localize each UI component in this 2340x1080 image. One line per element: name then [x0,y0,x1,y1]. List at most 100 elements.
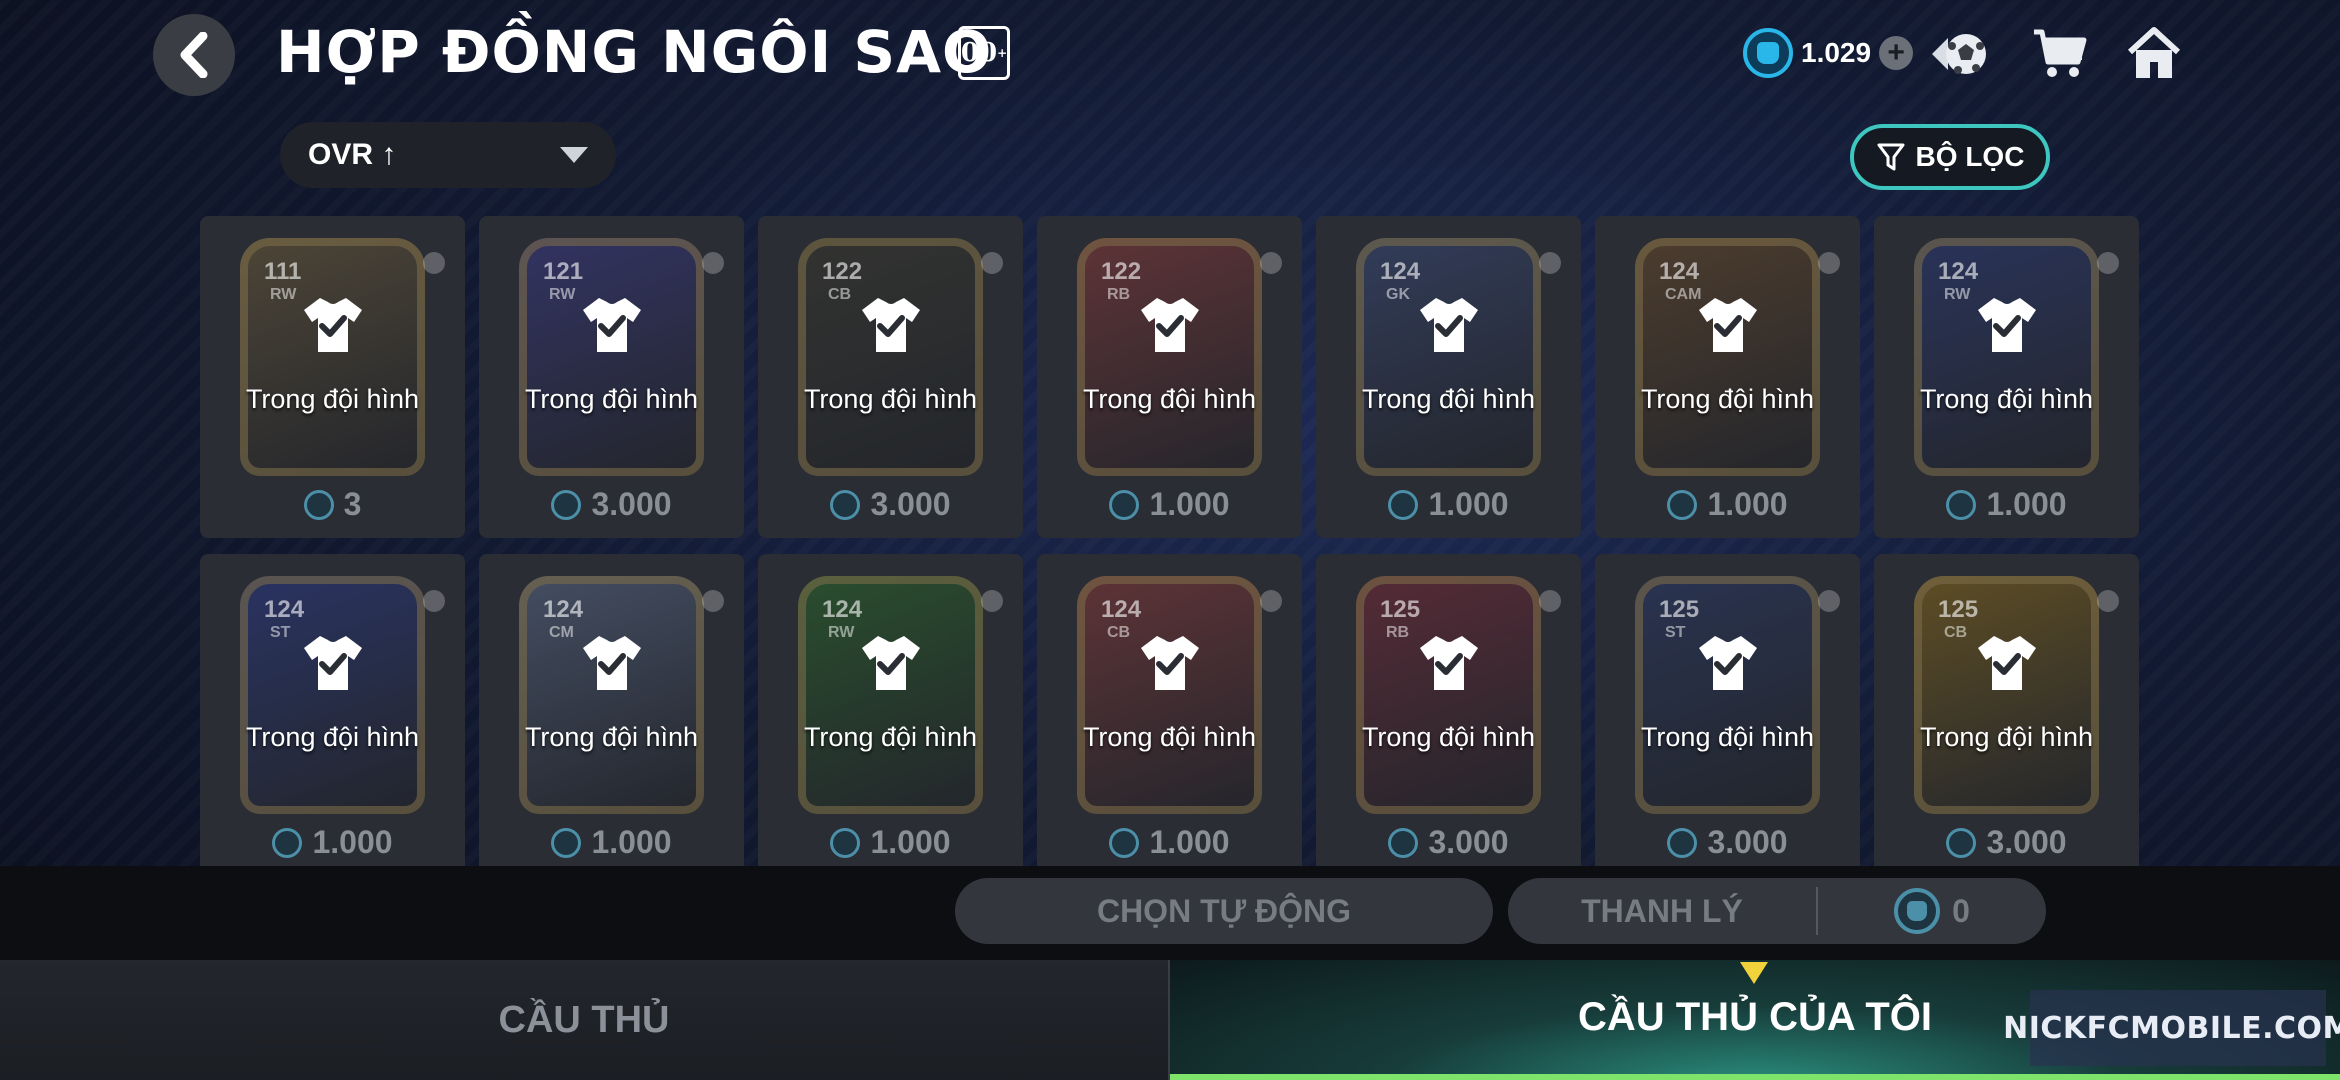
player-ovr: 122 [822,258,863,285]
player-ovr: 111 [264,258,302,285]
ball-icon[interactable] [1928,26,1988,82]
player-card[interactable]: 121 RW Trong đội hình 3.000 [479,216,744,538]
coin-icon [551,489,582,520]
auto-select-button[interactable]: CHỌN TỰ ĐỘNG [955,878,1493,944]
player-ovr: 124 [822,596,863,623]
card-price-value: 1.000 [1707,486,1788,522]
player-ovr: 122 [1101,258,1142,285]
lock-icon [981,252,1003,274]
card-price-value: 1.000 [1428,486,1509,522]
card-price: 1.000 [200,824,465,861]
cart-icon[interactable] [2030,26,2090,82]
card-price-value: 1.000 [312,824,393,860]
currency-value: 1.029 [1801,37,1872,68]
player-card[interactable]: 125 RB Trong đội hình 3.000 [1316,554,1581,866]
lock-icon [2097,590,2119,612]
shirt-check-icon [1699,298,1757,352]
card-price-value: 1.000 [591,824,672,860]
player-position: CB [1944,624,1968,641]
player-position: GK [1386,286,1410,303]
coin-icon [1894,888,1941,934]
watermark-logo: NICKFCMOBILE.COM [2003,990,2340,1066]
card-price: 3.000 [1595,824,1860,861]
shirt-check-icon [583,298,641,352]
active-tab-indicator [1740,962,1768,984]
back-icon [180,32,208,78]
filter-button[interactable]: BỘ LỌC [1850,124,2050,190]
lock-icon [1539,252,1561,274]
coin-icon [830,827,861,858]
shirt-check-icon [1141,298,1199,352]
player-card[interactable]: 111 RW Trong đội hình 3 [200,216,465,538]
shirt-check-icon [1420,636,1478,690]
player-card[interactable]: 124 CAM Trong đội hình 1.000 [1595,216,1860,538]
card-price-value: 3.000 [1986,824,2067,860]
coin-icon [1743,28,1793,78]
player-card[interactable]: 125 ST Trong đội hình 3.000 [1595,554,1860,866]
coin-icon [1388,827,1419,858]
card-price: 1.000 [1595,486,1860,523]
shirt-check-icon [1420,298,1478,352]
player-card[interactable]: 124 CB Trong đội hình 1.000 [1037,554,1302,866]
home-icon[interactable] [2124,26,2184,82]
coin-icon [1109,827,1140,858]
player-card[interactable]: 124 RW Trong đội hình 1.000 [758,554,1023,866]
coin-icon [1946,827,1977,858]
squad-status-label: Trong đội hình [1361,384,1536,414]
card-price-value: 1.000 [1986,486,2067,522]
shirt-check-icon [1978,636,2036,690]
player-position: RB [1107,286,1131,303]
player-card[interactable]: 122 RB Trong đội hình 1.000 [1037,216,1302,538]
player-position: CB [1107,624,1131,641]
player-position: RW [1944,286,1971,303]
title-badge: 00 + [958,26,1010,80]
player-position: CM [549,624,574,641]
sort-label: OVR ↑ [308,138,397,171]
squad-status-label: Trong đội hình [1640,384,1815,414]
card-price: 1.000 [479,824,744,861]
shirt-check-icon [304,298,362,352]
player-ovr: 124 [543,596,584,623]
card-price-value: 3.000 [1428,824,1509,860]
player-position: RW [828,624,855,641]
tab-players[interactable]: CẦU THỦ [0,960,1170,1080]
squad-status-label: Trong đội hình [1919,384,2094,414]
shirt-check-icon [1978,298,2036,352]
player-card[interactable]: 124 GK Trong đội hình 1.000 [1316,216,1581,538]
lock-icon [1818,252,1840,274]
player-ovr: 125 [1659,596,1700,623]
card-price-value: 3.000 [591,486,672,522]
shirt-check-icon [862,298,920,352]
player-card[interactable]: 124 ST Trong đội hình 1.000 [200,554,465,866]
sell-amount: 0 [1818,888,2046,934]
coin-icon [272,827,303,858]
squad-status-label: Trong đội hình [803,722,978,752]
sell-button[interactable]: THANH LÝ 0 [1508,878,2046,944]
sort-dropdown[interactable]: OVR ↑ [280,122,616,188]
lock-icon [2097,252,2119,274]
shirt-check-icon [304,636,362,690]
lock-icon [1260,252,1282,274]
sell-label: THANH LÝ [1581,892,1743,929]
shirt-check-icon [1699,636,1757,690]
player-card[interactable]: 122 CB Trong đội hình 3.000 [758,216,1023,538]
card-price: 1.000 [758,824,1023,861]
currency-display: 1.029 + [1743,28,1914,78]
bottom-tabs: CẦU THỦ CẦU THỦ CỦA TÔI [0,960,2340,1080]
back-button[interactable] [153,14,235,96]
player-card[interactable]: 124 CM Trong đội hình 1.000 [479,554,744,866]
card-price: 1.000 [1037,486,1302,523]
coin-icon [1667,489,1698,520]
card-price-value: 1.000 [870,824,951,860]
player-position: RW [549,286,576,303]
lock-icon [423,590,445,612]
card-price: 3.000 [1874,824,2139,861]
player-card[interactable]: 124 RW Trong đội hình 1.000 [1874,216,2139,538]
plus-icon[interactable]: + [1879,36,1914,70]
player-position: CB [828,286,852,303]
player-card[interactable]: 125 CB Trong đội hình 3.000 [1874,554,2139,866]
squad-status-label: Trong đội hình [245,722,420,752]
player-ovr: 124 [1659,258,1700,285]
squad-status-label: Trong đội hình [803,384,978,414]
player-position: ST [1665,624,1686,641]
